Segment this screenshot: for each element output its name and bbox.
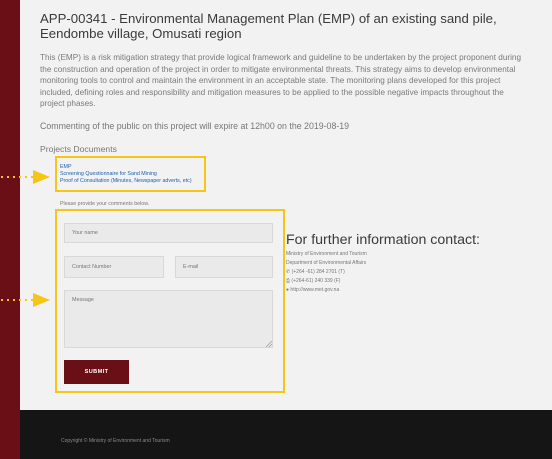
name-input[interactable] <box>64 223 273 243</box>
page-title: APP-00341 - Environmental Management Pla… <box>40 11 497 41</box>
comment-prompt: Please provide your comments below. <box>60 201 150 207</box>
message-textarea[interactable] <box>64 290 273 348</box>
expiry-notice: Commenting of the public on this project… <box>40 121 350 131</box>
documents-arrow-icon <box>1 170 50 184</box>
fax-icon: ⎙ <box>286 278 291 284</box>
resize-handle-icon[interactable] <box>266 341 272 347</box>
doc-link-screening-questionnaire[interactable]: Screening Questionnaire for Sand Mining <box>60 171 157 177</box>
contact-number-input[interactable] <box>64 256 164 278</box>
contact-phone: (+264 -61) 284 2701 (T) <box>291 269 345 275</box>
globe-icon: ● <box>286 287 290 293</box>
form-arrow-icon <box>1 293 50 307</box>
footer: Copyright © Ministry of Environment and … <box>20 410 552 459</box>
submit-button[interactable]: SUBMIT <box>64 360 129 384</box>
contact-heading: For further information contact: <box>286 232 480 248</box>
contact-org: Ministry of Environment and Tourism <box>286 251 367 257</box>
documents-heading: Projects Documents <box>40 144 117 154</box>
doc-link-proof-of-consultation[interactable]: Proof of Consultation (Minutes, Newspape… <box>60 178 192 184</box>
contact-fax-row: ⎙ (+264-61) 240 339 (F) <box>286 278 340 284</box>
contact-phone-row: ✆ (+264 -61) 284 2701 (T) <box>286 269 345 275</box>
project-description: This (EMP) is a risk mitigation strategy… <box>40 53 522 109</box>
doc-link-emp[interactable]: EMP <box>60 164 71 170</box>
email-input[interactable] <box>175 256 273 278</box>
phone-icon: ✆ <box>286 269 291 275</box>
footer-copyright: Copyright © Ministry of Environment and … <box>61 438 170 444</box>
contact-department: Department of Environmental Affairs <box>286 260 367 266</box>
contact-fax: (+264-61) 240 339 (F) <box>291 278 341 284</box>
contact-web[interactable]: http://www.met.gov.na <box>290 287 339 293</box>
contact-web-row[interactable]: ● http://www.met.gov.na <box>286 287 339 293</box>
